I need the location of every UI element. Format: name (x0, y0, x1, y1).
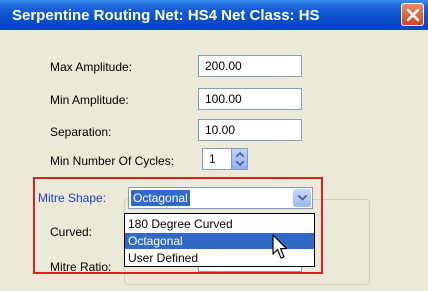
close-icon (406, 8, 420, 22)
mouse-cursor-icon (272, 234, 288, 259)
max-amplitude-label: Max Amplitude: (50, 60, 133, 74)
separation-input[interactable]: 10.00 (198, 119, 302, 141)
separation-label: Separation: (50, 125, 112, 139)
spin-up-icon (236, 152, 244, 157)
min-amplitude-label: Min Amplitude: (50, 93, 129, 107)
close-button[interactable] (401, 3, 424, 26)
min-cycles-stepper[interactable]: 1 (202, 148, 248, 170)
min-cycles-label: Min Number Of Cycles: (50, 154, 175, 168)
spin-up-button[interactable] (232, 149, 247, 159)
spin-down-icon (236, 161, 244, 166)
title-bar[interactable]: Serpentine Routing Net: HS4 Net Class: H… (0, 0, 428, 30)
spin-down-button[interactable] (232, 159, 247, 169)
max-amplitude-input[interactable]: 200.00 (198, 55, 302, 77)
window-title: Serpentine Routing Net: HS4 Net Class: H… (12, 7, 320, 24)
cycles-spin-buttons[interactable] (231, 149, 247, 169)
dialog-window: Serpentine Routing Net: HS4 Net Class: H… (0, 0, 428, 291)
min-cycles-value: 1 (209, 152, 216, 166)
min-amplitude-input[interactable]: 100.00 (198, 88, 302, 110)
